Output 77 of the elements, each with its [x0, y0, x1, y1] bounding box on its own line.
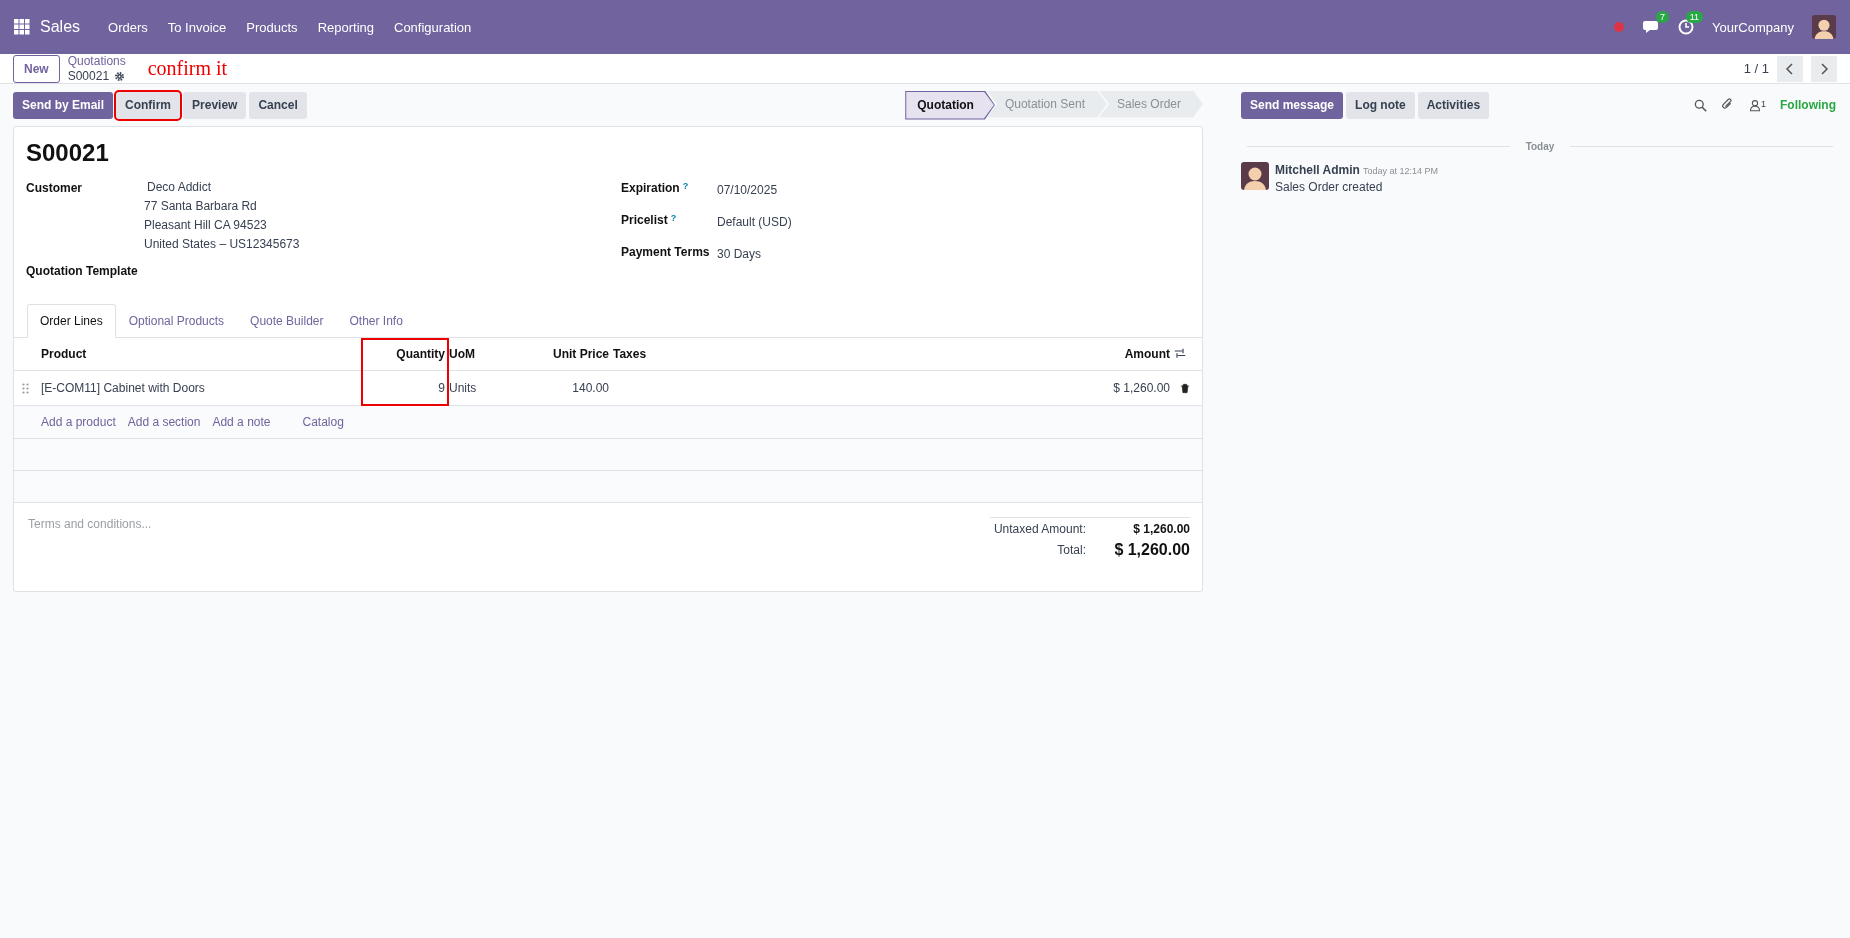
column-header[interactable]: Taxes — [613, 338, 1054, 371]
person-icon — [1749, 98, 1761, 112]
column-header[interactable]: Quantity — [371, 338, 449, 371]
column-header[interactable]: Amount — [1054, 338, 1174, 371]
date-separator: Today — [1525, 141, 1555, 152]
field-label: Customer — [26, 181, 83, 197]
follower-count: 1 — [1761, 98, 1766, 109]
total-value: $ 1,260.00 — [1113, 541, 1190, 559]
add-line-link[interactable]: Catalog — [302, 415, 344, 429]
add-line-link[interactable]: Add a note — [212, 415, 271, 429]
tab[interactable]: Optional Products — [115, 304, 238, 338]
search-icon — [1694, 98, 1707, 112]
column-header[interactable]: Product — [41, 338, 371, 371]
total-label: Total: — [1056, 543, 1086, 557]
following-button[interactable]: Following — [1780, 98, 1836, 112]
previous-button[interactable] — [1777, 55, 1803, 82]
action-button[interactable]: Confirm — [116, 91, 181, 119]
column-header[interactable]: Unit Price — [509, 338, 613, 371]
chat-icon — [1642, 19, 1661, 35]
field-value[interactable]: 07/10/2025 — [717, 181, 1190, 200]
field-value[interactable]: 30 Days — [717, 245, 1190, 264]
address-line: United States – US12345673 — [144, 236, 301, 253]
new-button[interactable]: New — [13, 54, 60, 83]
message-time: Today at 12:14 PM — [1362, 166, 1438, 176]
field-value[interactable]: Default (USD) — [717, 213, 1190, 232]
action-button[interactable]: Cancel — [249, 91, 307, 119]
message-author: Mitchell Admin — [1275, 163, 1360, 177]
action-button[interactable]: Send by Email — [13, 91, 114, 119]
total-value: $ 1,260.00 — [1132, 522, 1190, 536]
pager-value: 1 / 1 — [1743, 61, 1769, 76]
tab[interactable]: Order Lines — [27, 304, 116, 338]
menu-item[interactable]: To Invoice — [157, 19, 237, 35]
status-step[interactable]: Quotation — [905, 90, 995, 120]
annotation-text: confirm it — [147, 57, 228, 80]
field-label: Pricelist $^{?}$ — [621, 213, 678, 229]
status-step[interactable]: Sales Order — [1098, 90, 1203, 118]
chatter-button[interactable]: Activities — [1417, 91, 1490, 119]
add-line-link[interactable]: Add a section — [127, 415, 201, 429]
app-name[interactable]: Sales — [40, 18, 81, 36]
total-label: Untaxed Amount: — [992, 522, 1086, 536]
breadcrumb-link[interactable]: Quotations — [67, 53, 126, 69]
menu-item[interactable]: Reporting — [307, 19, 384, 35]
message-body: Sales Order created — [1275, 180, 1384, 194]
record-title: S00021 — [26, 139, 110, 167]
next-button[interactable] — [1811, 55, 1837, 82]
column-header[interactable]: UoM — [449, 338, 509, 371]
chatter-button[interactable]: Send message — [1241, 91, 1344, 119]
menu-item[interactable]: Orders — [98, 19, 158, 35]
address-line: 77 Santa Barbara Rd — [144, 198, 258, 215]
message-count-badge: 7 — [1656, 11, 1670, 23]
trash-icon — [1180, 382, 1190, 394]
field-label: Payment Terms — [621, 245, 711, 261]
chatter-button[interactable]: Log note — [1346, 91, 1415, 119]
avatar-icon — [1241, 162, 1269, 190]
action-button[interactable]: Preview — [183, 91, 247, 119]
menu-item[interactable]: Products — [236, 19, 308, 35]
menu-item[interactable]: Configuration — [384, 19, 482, 35]
avatar-icon — [1812, 15, 1836, 39]
column-settings-icon — [1174, 348, 1186, 360]
tab[interactable]: Quote Builder — [237, 304, 337, 338]
add-line-link[interactable]: Add a product — [41, 415, 116, 429]
tab[interactable]: Other Info — [336, 304, 416, 338]
address-line: Pleasant Hill CA 94523 — [144, 217, 268, 234]
activity-count-badge: 11 — [1685, 11, 1704, 23]
company-name[interactable]: YourCompany — [1712, 19, 1794, 35]
clock-icon — [1678, 19, 1695, 35]
chevron-left-icon — [1785, 62, 1795, 75]
paperclip-icon — [1721, 98, 1735, 112]
field-label: Quotation Template — [26, 264, 139, 278]
record-name: S00021 — [67, 68, 110, 84]
drag-handle-icon — [22, 382, 29, 394]
chevron-right-icon — [1819, 62, 1829, 75]
customer-name[interactable]: Deco Addict — [147, 178, 621, 197]
status-step[interactable]: Quotation Sent — [986, 90, 1107, 118]
apps-menu-icon — [14, 19, 30, 35]
field-label: Expiration $^{?}$ — [621, 181, 690, 197]
status-dot-icon — [1614, 22, 1625, 32]
